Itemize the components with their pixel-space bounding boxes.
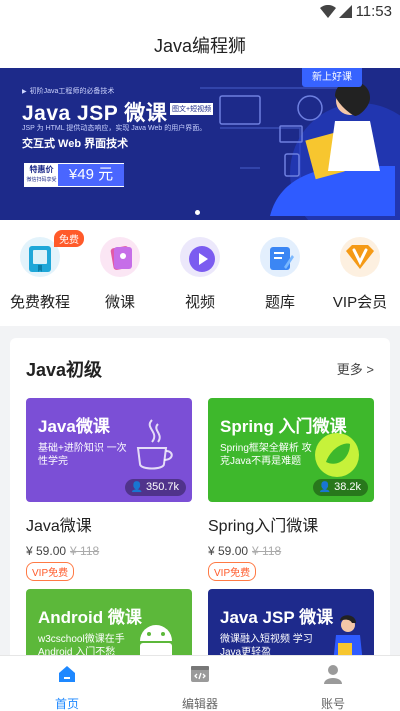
course-name: Java微课 [26, 518, 92, 535]
course-cover-title: Android 微课 [38, 608, 142, 627]
tab-label: 首页 [54, 697, 79, 711]
course-cover-title: Java微课 [38, 417, 110, 436]
banner-tag: 图文+短视频 [170, 103, 214, 115]
new-course-badge: 新上好课 [302, 68, 362, 87]
banner-price: 特惠价 微信扫码享受 ¥49 元 [24, 163, 124, 187]
vip-free-badge: VIP免费 [26, 562, 75, 581]
quick-nav-label: VIP会员 [332, 294, 388, 311]
status-time: 11:53 [355, 3, 392, 20]
price-value: ¥49 元 [58, 164, 124, 186]
section-title: Java初级 [26, 360, 103, 380]
banner-subtext: 初阶Java工程师的必备技术 [22, 86, 115, 96]
user-icon [324, 665, 342, 684]
course-cover: Java微课 基础+进阶知识 一次性学完 👤 350.7k [26, 398, 192, 502]
quick-nav-label: 视频 [184, 294, 215, 311]
page-title: Java编程狮 [153, 36, 247, 56]
quiz-icon [258, 235, 302, 279]
course-cover-title: Spring 入门微课 [220, 417, 347, 436]
banner-subtitle: 交互式 Web 界面技术 [22, 138, 129, 150]
price-label-small: 微信扫码享受 [26, 177, 57, 183]
course-card-java[interactable]: Java微课 基础+进阶知识 一次性学完 👤 350.7k Java微课 ¥ 59… [26, 398, 192, 581]
course-name: Spring入门微课 [208, 518, 319, 535]
course-section: Java初级 更多 > Java微课 基础+进阶知识 一次性学完 👤 350.7k… [10, 338, 390, 698]
course-card-spring[interactable]: Spring 入门微课 Spring框架全解析 攻克Java不再是难题 👤 38.… [208, 398, 374, 581]
quick-nav-label: 免费教程 [9, 294, 70, 311]
tab-home[interactable]: 首页 [27, 662, 107, 711]
vip-free-badge: VIP免费 [208, 562, 257, 581]
user-icon: 👤 [318, 482, 332, 493]
bottom-nav: 首页 编辑器 账号 [0, 655, 400, 711]
quick-nav-label: 微课 [104, 294, 135, 311]
cards-icon [98, 235, 142, 279]
quick-nav: 免费 免费教程 微课 视频 题库 VIP会员 [0, 220, 400, 326]
wifi-icon [320, 5, 336, 18]
course-cover-title: Java JSP 微课 [220, 608, 334, 627]
banner-description: JSP 为 HTML 提供动态响应，实现 Java Web 的用户界面。 [22, 125, 207, 132]
course-cover-desc: Spring框架全解析 攻克Java不再是难题 [220, 443, 312, 467]
promo-banner[interactable]: 初阶Java工程师的必备技术 Java JSP 微课 图文+短视频 JSP 为 … [0, 68, 400, 220]
original-price: ¥ 118 [70, 544, 100, 558]
view-count: 👤 350.7k [124, 479, 186, 496]
user-icon: 👤 [130, 482, 143, 493]
status-bar: 11:53 [0, 0, 400, 24]
tab-account[interactable]: 账号 [293, 662, 373, 711]
quick-nav-free-tutorials[interactable]: 免费 免费教程 [5, 230, 84, 312]
more-link[interactable]: 更多 > [337, 359, 374, 378]
java-cup-icon [136, 419, 173, 470]
spring-leaf-icon [315, 433, 359, 477]
play-icon [178, 235, 222, 279]
code-editor-icon [191, 666, 209, 682]
free-badge: 免费 [54, 230, 84, 247]
course-cover-desc: 基础+进阶知识 一次性学完 [38, 443, 127, 467]
course-price: ¥ 59.00 ¥ 118 [26, 544, 100, 558]
quick-nav-question-bank[interactable]: 题库 [245, 235, 315, 312]
quick-nav-label: 题库 [264, 294, 295, 311]
home-icon [59, 666, 75, 682]
course-price: ¥ 59.00 ¥ 118 [208, 544, 282, 558]
vip-icon [338, 235, 382, 279]
view-count: 👤 38.2k [312, 479, 368, 496]
app-bar: Java编程狮 [0, 24, 400, 68]
book-icon: 免费 [18, 230, 84, 279]
tab-label: 账号 [320, 697, 345, 711]
course-cover: Spring 入门微课 Spring框架全解析 攻克Java不再是难题 👤 38.… [208, 398, 374, 502]
banner-illustration [219, 81, 395, 216]
tab-editor[interactable]: 编辑器 [160, 662, 240, 711]
quick-nav-video[interactable]: 视频 [165, 235, 235, 312]
signal-icon [339, 5, 352, 18]
tab-label: 编辑器 [181, 697, 218, 711]
banner-pager-dot [195, 210, 200, 215]
quick-nav-micro-course[interactable]: 微课 [85, 235, 155, 312]
quick-nav-vip[interactable]: VIP会员 [325, 235, 395, 312]
price-label: 特惠价 微信扫码享受 [25, 164, 58, 186]
original-price: ¥ 118 [252, 544, 282, 558]
